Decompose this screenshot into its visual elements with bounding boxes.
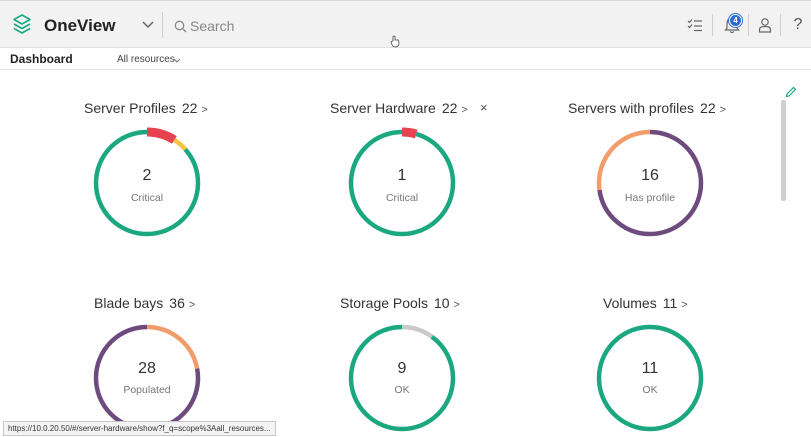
donut-segment-ok[interactable] — [596, 324, 704, 432]
card-status-label: Critical — [385, 192, 419, 204]
card-title-server-hardware[interactable]: Server Hardware 22 > — [330, 100, 468, 116]
chevron-right-icon: > — [719, 104, 727, 116]
donut-chart[interactable] — [93, 324, 201, 432]
mouse-pointer-icon — [390, 35, 400, 48]
oneview-logo-icon[interactable] — [10, 13, 34, 37]
card-title-text: Volumes — [603, 295, 657, 311]
card-status-label: Has profile — [624, 192, 676, 204]
donut-segment-ok[interactable] — [348, 324, 456, 432]
card-value: 11 — [641, 360, 659, 377]
card-title-text: Storage Pools — [340, 295, 428, 311]
card-value: 1 — [397, 167, 407, 184]
card-count: 22 — [700, 100, 716, 116]
card-title-text: Servers with profiles — [568, 100, 695, 116]
card-title-server-profiles[interactable]: Server Profiles 22 > — [84, 100, 208, 116]
checklist-icon — [687, 19, 702, 32]
chevron-right-icon: > — [681, 299, 688, 311]
chevron-down-icon[interactable] — [141, 20, 155, 30]
scope-selector[interactable]: All resources — [117, 54, 175, 65]
user-button[interactable] — [750, 10, 780, 40]
help-button[interactable]: ? — [783, 10, 811, 40]
card-count: 36 — [169, 295, 185, 311]
divider — [712, 14, 713, 36]
card-title-servers-with-profiles[interactable]: Servers with profiles 22 > — [568, 100, 726, 116]
card-value: 28 — [138, 360, 156, 377]
search-input[interactable] — [190, 16, 390, 36]
card-value: 2 — [142, 167, 152, 184]
card-count: 11 — [662, 295, 678, 311]
divider — [162, 12, 163, 38]
chevron-right-icon: > — [461, 104, 468, 116]
card-title-text: Blade bays — [94, 295, 164, 311]
card-status-label: OK — [394, 384, 410, 396]
sub-nav: Dashboard All resources — [0, 48, 811, 70]
activity-button[interactable] — [680, 10, 710, 40]
card-count: 22 — [181, 100, 198, 116]
card-title-storage-pools[interactable]: Storage Pools 10 > — [340, 295, 460, 311]
card-value: 9 — [397, 360, 407, 377]
card-title-blade-bays[interactable]: Blade bays 36 > — [94, 295, 195, 311]
card-status-label: Populated — [123, 384, 171, 396]
card-status-label: Critical — [130, 192, 164, 204]
card-count: 22 — [441, 100, 458, 116]
card-value: 16 — [641, 167, 659, 184]
status-bar-url: https://10.0.20.50/#/server-hardware/sho… — [3, 421, 276, 436]
chevron-right-icon: > — [201, 104, 208, 116]
card-title-text: Server Hardware — [330, 100, 436, 116]
divider — [780, 14, 781, 36]
card-title-text: Server Profiles — [84, 100, 176, 116]
top-bar: OneView 4 — [0, 0, 811, 48]
donut-chart[interactable] — [348, 324, 456, 432]
app-title[interactable]: OneView — [44, 16, 116, 36]
search-icon — [174, 20, 187, 33]
divider — [748, 14, 749, 36]
user-icon — [758, 18, 772, 33]
card-count: 10 — [433, 295, 450, 311]
chevron-right-icon: > — [188, 299, 196, 311]
scrollbar-thumb[interactable] — [781, 100, 786, 201]
card-title-volumes[interactable]: Volumes 11 > — [603, 295, 688, 311]
card-status-label: OK — [642, 384, 658, 396]
help-label: ? — [793, 16, 803, 33]
donut-chart[interactable] — [596, 324, 704, 432]
notification-badge: 4 — [729, 14, 742, 27]
pencil-edit-icon[interactable] — [785, 86, 797, 98]
page-title: Dashboard — [10, 52, 73, 66]
chevron-right-icon: > — [453, 299, 460, 311]
close-icon[interactable]: × — [480, 100, 488, 115]
chevron-down-icon[interactable] — [173, 58, 181, 63]
